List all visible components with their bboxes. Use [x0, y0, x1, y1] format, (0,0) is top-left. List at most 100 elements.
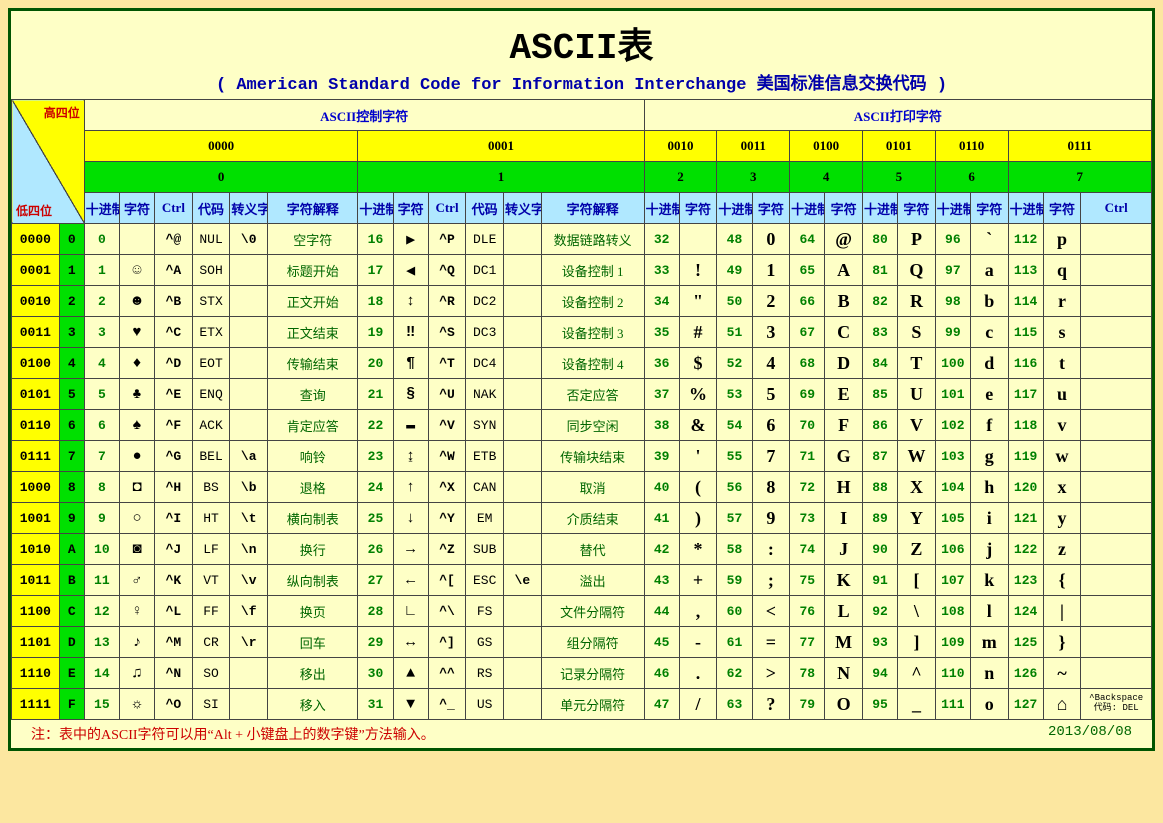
char: B [825, 286, 863, 317]
high-bits-label: 高四位 [44, 104, 80, 121]
dec: 30 [358, 658, 393, 689]
ctrl-key: ^T [428, 348, 466, 379]
sym: ▬ [393, 410, 428, 441]
dec: 117 [1008, 379, 1043, 410]
char: F [825, 410, 863, 441]
dec: 10 [84, 534, 119, 565]
desc: 设备控制 2 [541, 286, 644, 317]
low-bits: 1010 [12, 534, 60, 565]
hb-5: 0101 [862, 131, 935, 162]
char: ^ [898, 658, 936, 689]
code: DC2 [466, 286, 504, 317]
char: ⌂ [1043, 689, 1081, 720]
dec: 66 [790, 286, 825, 317]
desc: 纵向制表 [268, 565, 358, 596]
dec: 3 [84, 317, 119, 348]
code: ENQ [192, 379, 230, 410]
char: > [752, 658, 790, 689]
code: BS [192, 472, 230, 503]
del-ctrl: ^Backspace 代码: DEL [1081, 689, 1152, 720]
dec: 106 [935, 534, 970, 565]
dec: 26 [358, 534, 393, 565]
del-ctrl [1081, 503, 1152, 534]
dec: 97 [935, 255, 970, 286]
char: # [679, 317, 717, 348]
diagonal-header: 高四位 低四位 [12, 100, 85, 224]
hd-0: 0 [84, 162, 358, 193]
char: 3 [752, 317, 790, 348]
char: A [825, 255, 863, 286]
dec: 67 [790, 317, 825, 348]
dec: 31 [358, 689, 393, 720]
sym: ♣ [119, 379, 154, 410]
desc: 同步空闲 [541, 410, 644, 441]
dec: 41 [644, 503, 679, 534]
dec: 0 [84, 224, 119, 255]
code: EOT [192, 348, 230, 379]
desc: 换页 [268, 596, 358, 627]
low-hex: 6 [59, 410, 84, 441]
hb-4: 0100 [790, 131, 863, 162]
char: / [679, 689, 717, 720]
col-dec: 十进制 [790, 193, 825, 224]
dec: 65 [790, 255, 825, 286]
code: SO [192, 658, 230, 689]
dec: 53 [717, 379, 752, 410]
char: % [679, 379, 717, 410]
dec: 82 [862, 286, 897, 317]
desc: 传输结束 [268, 348, 358, 379]
desc: 取消 [541, 472, 644, 503]
col-ctrl: Ctrl [155, 193, 193, 224]
ctrl-key: ^^ [428, 658, 466, 689]
ctrl-key: ^E [155, 379, 193, 410]
col-dec: 十进制 [717, 193, 752, 224]
char: k [970, 565, 1008, 596]
char: @ [825, 224, 863, 255]
hb-6: 0110 [935, 131, 1008, 162]
footer: 注：表中的ASCII字符可以用“Alt + 小键盘上的数字键”方法输入。 201… [11, 720, 1152, 748]
dec: 78 [790, 658, 825, 689]
dec: 79 [790, 689, 825, 720]
ctrl-key: ^A [155, 255, 193, 286]
page-title: ASCII表 [11, 11, 1152, 69]
sym: ● [119, 441, 154, 472]
dec: 125 [1008, 627, 1043, 658]
char: l [970, 596, 1008, 627]
del-ctrl [1081, 286, 1152, 317]
dec: 85 [862, 379, 897, 410]
code: DC1 [466, 255, 504, 286]
col-dec: 十进制 [84, 193, 119, 224]
footer-date: 2013/08/08 [1048, 724, 1132, 744]
desc: 数据链路转义 [541, 224, 644, 255]
dec: 7 [84, 441, 119, 472]
low-hex: 7 [59, 441, 84, 472]
col-char: 字符 [679, 193, 717, 224]
ctrl-key: ^V [428, 410, 466, 441]
ctrl-key: ^R [428, 286, 466, 317]
char: p [1043, 224, 1081, 255]
dec: 108 [935, 596, 970, 627]
low-hex: F [59, 689, 84, 720]
char: ! [679, 255, 717, 286]
dec: 47 [644, 689, 679, 720]
col-char: 字符 [970, 193, 1008, 224]
char: . [679, 658, 717, 689]
low-bits: 0110 [12, 410, 60, 441]
escape [504, 503, 542, 534]
char: ; [752, 565, 790, 596]
dec: 27 [358, 565, 393, 596]
ctrl-key: ^C [155, 317, 193, 348]
sym: ▲ [393, 658, 428, 689]
dec: 98 [935, 286, 970, 317]
ctrl-key: ^L [155, 596, 193, 627]
desc: 空字符 [268, 224, 358, 255]
code: SOH [192, 255, 230, 286]
char: m [970, 627, 1008, 658]
ctrl-key: ^Q [428, 255, 466, 286]
char: t [1043, 348, 1081, 379]
dec: 127 [1008, 689, 1043, 720]
low-hex: 9 [59, 503, 84, 534]
dec: 18 [358, 286, 393, 317]
hd-3: 3 [717, 162, 790, 193]
desc: 否定应答 [541, 379, 644, 410]
